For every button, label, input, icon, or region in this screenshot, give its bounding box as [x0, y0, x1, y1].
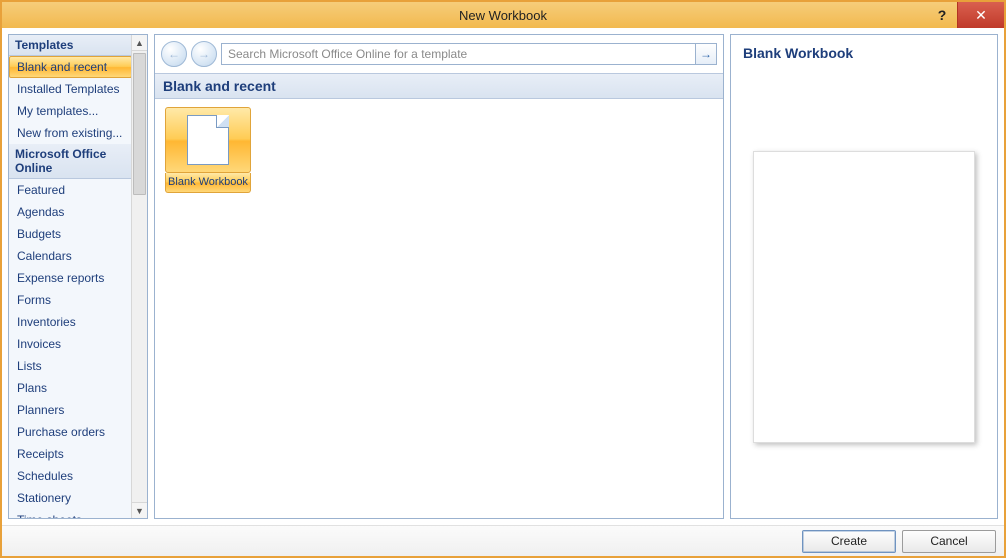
search-input[interactable] [222, 44, 695, 64]
window-title: New Workbook [2, 8, 1004, 23]
sidebar-scrollbar[interactable]: ▲ ▼ [131, 35, 147, 518]
template-tile-label: Blank Workbook [165, 173, 251, 193]
sidebar-item-blank-and-recent[interactable]: Blank and recent [9, 56, 132, 78]
sidebar-item-forms[interactable]: Forms [9, 289, 132, 311]
search-box: → [221, 43, 717, 65]
sidebar-header-templates: Templates [9, 35, 132, 56]
sidebar-item-stationery[interactable]: Stationery [9, 487, 132, 509]
preview-title: Blank Workbook [743, 45, 985, 61]
sidebar-item-invoices[interactable]: Invoices [9, 333, 132, 355]
sidebar-item-calendars[interactable]: Calendars [9, 245, 132, 267]
scroll-thumb[interactable] [133, 53, 146, 195]
arrow-right-icon: → [198, 47, 210, 61]
sidebar-item-schedules[interactable]: Schedules [9, 465, 132, 487]
scroll-down-button[interactable]: ▼ [132, 502, 147, 518]
new-workbook-dialog: New Workbook ? ✕ Templates Blank and rec… [0, 0, 1006, 558]
search-go-button[interactable]: → [695, 44, 716, 64]
sidebar-item-inventories[interactable]: Inventories [9, 311, 132, 333]
center-panel: ← → → Blank and recent Bla [154, 34, 724, 519]
center-toolbar: ← → → [155, 35, 723, 73]
sidebar-item-lists[interactable]: Lists [9, 355, 132, 377]
create-button[interactable]: Create [802, 530, 896, 553]
sidebar-item-installed-templates[interactable]: Installed Templates [9, 78, 132, 100]
dialog-body: Templates Blank and recent Installed Tem… [2, 28, 1004, 525]
arrow-right-icon: → [700, 47, 712, 61]
nav-back-button[interactable]: ← [161, 41, 187, 67]
sidebar-item-agendas[interactable]: Agendas [9, 201, 132, 223]
sidebar-item-plans[interactable]: Plans [9, 377, 132, 399]
window-controls: ? ✕ [927, 2, 1004, 28]
arrow-left-icon: ← [168, 47, 180, 61]
sidebar-header-office-online: Microsoft Office Online [9, 144, 132, 179]
sidebar-item-budgets[interactable]: Budgets [9, 223, 132, 245]
sidebar-item-my-templates[interactable]: My templates... [9, 100, 132, 122]
scroll-track[interactable] [132, 51, 147, 502]
sidebar-item-featured[interactable]: Featured [9, 179, 132, 201]
templates-sidebar: Templates Blank and recent Installed Tem… [8, 34, 148, 519]
dialog-footer: Create Cancel [2, 525, 1004, 556]
cancel-button[interactable]: Cancel [902, 530, 996, 553]
template-tile-blank-workbook[interactable]: Blank Workbook [163, 107, 253, 193]
scroll-up-button[interactable]: ▲ [132, 35, 147, 51]
sidebar-item-new-from-existing[interactable]: New from existing... [9, 122, 132, 144]
document-icon [187, 115, 229, 165]
titlebar: New Workbook ? ✕ [2, 2, 1004, 28]
section-header: Blank and recent [155, 73, 723, 99]
preview-panel: Blank Workbook [730, 34, 998, 519]
sidebar-item-planners[interactable]: Planners [9, 399, 132, 421]
close-button[interactable]: ✕ [957, 2, 1004, 28]
chevron-up-icon: ▲ [135, 38, 144, 48]
template-gallery: Blank Workbook [155, 99, 723, 518]
nav-forward-button[interactable]: → [191, 41, 217, 67]
preview-thumbnail [753, 151, 975, 443]
help-button[interactable]: ? [927, 2, 957, 28]
sidebar-item-time-sheets[interactable]: Time sheets [9, 509, 132, 518]
close-icon: ✕ [975, 7, 987, 24]
sidebar-item-purchase-orders[interactable]: Purchase orders [9, 421, 132, 443]
sidebar-item-expense-reports[interactable]: Expense reports [9, 267, 132, 289]
chevron-down-icon: ▼ [135, 506, 144, 516]
template-tile-icon [165, 107, 251, 173]
sidebar-item-receipts[interactable]: Receipts [9, 443, 132, 465]
